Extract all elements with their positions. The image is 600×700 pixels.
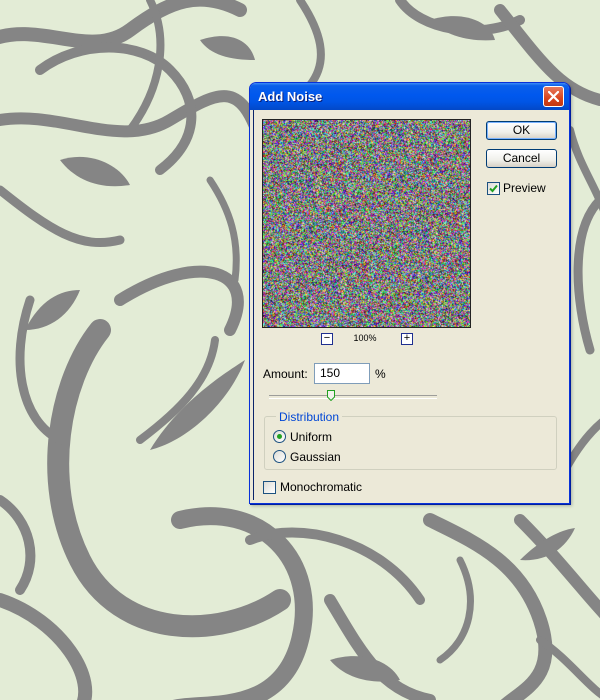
distribution-legend: Distribution [276, 410, 343, 424]
ok-button[interactable]: OK [486, 121, 557, 140]
uniform-label: Uniform [290, 430, 333, 444]
zoom-out-button[interactable]: − [321, 333, 333, 345]
monochromatic-label: Monochromatic [280, 480, 363, 494]
zoom-in-button[interactable]: + [401, 333, 413, 345]
slider-thumb-icon[interactable] [327, 390, 335, 401]
noise-preview[interactable] [262, 119, 471, 328]
monochromatic-checkbox[interactable] [263, 481, 276, 494]
gaussian-label: Gaussian [290, 450, 341, 464]
checkmark-icon [489, 184, 498, 193]
dialog-title: Add Noise [258, 89, 323, 104]
zoom-level: 100% [353, 333, 377, 343]
amount-input[interactable]: 150 [314, 363, 370, 384]
gaussian-radio[interactable] [273, 450, 286, 463]
radio-selected-dot [277, 434, 282, 439]
uniform-radio[interactable] [273, 430, 286, 443]
title-bar[interactable]: Add Noise [250, 83, 569, 110]
preview-label: Preview [503, 181, 546, 195]
preview-checkbox[interactable] [487, 182, 500, 195]
zoom-out-icon: − [323, 332, 331, 344]
amount-label: Amount: [263, 367, 308, 381]
close-icon [548, 91, 559, 102]
add-noise-dialog: Add Noise − 100% + OK Cancel Preview Amo… [249, 82, 570, 504]
zoom-in-icon: + [403, 332, 411, 344]
amount-slider-track[interactable] [269, 395, 437, 399]
close-button[interactable] [543, 86, 564, 107]
noise-preview-image [263, 120, 470, 327]
cancel-button[interactable]: Cancel [486, 149, 557, 168]
document-canvas: Add Noise − 100% + OK Cancel Preview Amo… [0, 0, 600, 700]
amount-unit: % [375, 367, 386, 381]
